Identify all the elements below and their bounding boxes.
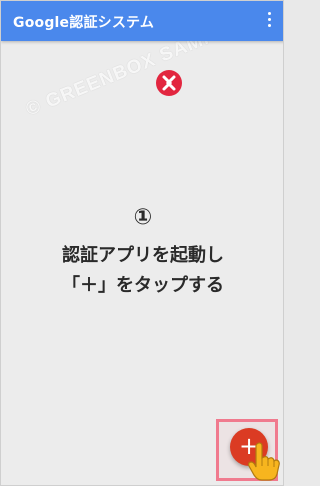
phone-screen: Google認証システム © GREENBOX SAMPLE ① 認証アプリを起… [0,0,284,486]
greenbox-logo-icon [156,70,182,96]
pointing-hand-icon [248,442,280,481]
app-title: Google認証システム [13,15,155,31]
app-bar: Google認証システム [1,1,283,41]
instruction-line-2: 「＋」をタップする [62,275,224,296]
step-number: ① [133,205,153,230]
instruction-line-1: 認証アプリを起動し [62,245,224,266]
more-vert-icon[interactable] [263,12,275,30]
